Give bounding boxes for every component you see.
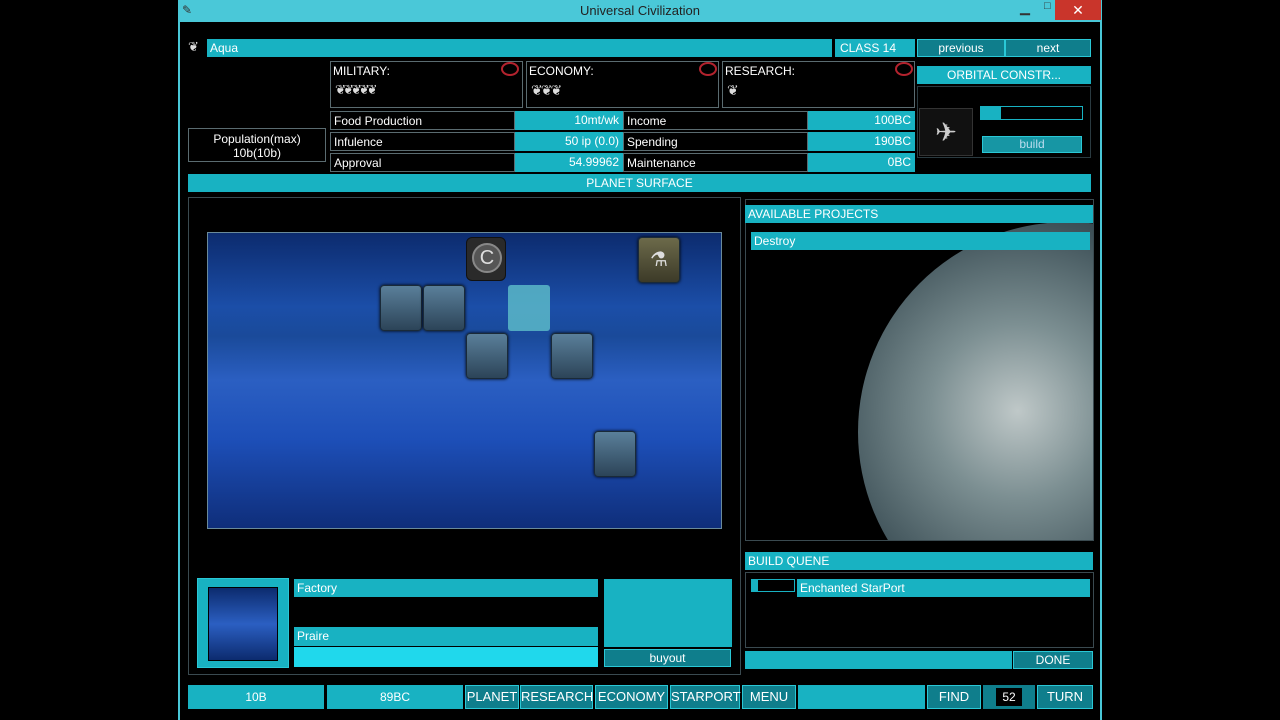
stat-value: 0BC (808, 153, 915, 172)
research-wings-icon: ❦ (727, 82, 739, 98)
starport-ship-icon[interactable]: ✈ (919, 108, 973, 156)
done-button[interactable]: DONE (1013, 651, 1093, 669)
terrain-image (208, 587, 278, 661)
stats-table: Food Production 10mt/wk Income 100BC Inf… (330, 111, 915, 173)
window-title: Universal Civilization (580, 3, 700, 18)
stat-value: 100BC (808, 111, 915, 130)
orbital-title: ORBITAL CONSTR... (917, 66, 1091, 84)
projects-panel (745, 199, 1094, 541)
factory-icon[interactable] (594, 431, 636, 477)
turn-number: 52 (996, 688, 1022, 706)
next-button[interactable]: next (1005, 39, 1091, 57)
stat-label: Spending (623, 132, 808, 151)
military-alert-icon (501, 62, 519, 76)
population-total: 10B (188, 685, 324, 709)
economy-wings-icon: ❦❦❦ (531, 82, 562, 98)
economy-button[interactable]: ECONOMY (595, 685, 668, 709)
laboratory-icon[interactable]: ⚗ (638, 237, 680, 283)
previous-button[interactable]: previous (917, 39, 1005, 57)
close-button[interactable]: ✕ (1055, 0, 1101, 20)
buyout-button[interactable]: buyout (604, 649, 731, 667)
military-wings-icon: ❦❦❦❦❦ (335, 82, 378, 97)
population-box: Population(max) 10b(10b) (188, 128, 326, 162)
stat-label: Food Production (330, 111, 515, 130)
research-alert-icon (895, 62, 913, 76)
stat-label: Income (623, 111, 808, 130)
terrain-name: Praire (294, 627, 598, 646)
bottom-spacer (798, 685, 925, 709)
capital-marker-icon[interactable]: C (466, 237, 506, 281)
orbital-build-button[interactable]: build (982, 136, 1082, 153)
title-bar: ✎ Universal Civilization ▁ □ ✕ (178, 0, 1102, 22)
starport-button[interactable]: STARPORT (670, 685, 741, 709)
queue-progress (751, 579, 795, 592)
economy-rating: ECONOMY: ❦❦❦ (526, 61, 719, 108)
turn-number-box: 52 (983, 685, 1035, 709)
minimize-button[interactable]: ▁ (1020, 0, 1040, 16)
orbital-progress (980, 106, 1083, 120)
stat-label: Approval (330, 153, 515, 172)
available-projects-title: AVAILABLE PROJECTS (745, 205, 1093, 223)
queue-footer-bar (745, 651, 1012, 669)
turn-button[interactable]: TURN (1037, 685, 1093, 709)
stat-label: Infulence (330, 132, 515, 151)
research-button[interactable]: RESEARCH (520, 685, 593, 709)
economy-alert-icon (699, 62, 717, 76)
planet-button[interactable]: PLANET (465, 685, 519, 709)
planet-surface-title: PLANET SURFACE (188, 174, 1091, 192)
orbital-progress-fill (981, 107, 1002, 119)
terrain-preview (197, 578, 289, 668)
buyout-preview (604, 579, 732, 647)
military-label: MILITARY: (333, 64, 390, 78)
military-rating: MILITARY: ❦❦❦❦❦ (330, 61, 523, 108)
factory-icon[interactable] (466, 333, 508, 379)
find-button[interactable]: FIND (927, 685, 981, 709)
research-rating: RESEARCH: ❦ (722, 61, 915, 108)
project-item[interactable]: Destroy (751, 232, 1090, 250)
planet-icon: ❦ (188, 39, 199, 54)
stat-value: 54.99962 (515, 153, 623, 172)
terrain-detail-bar (294, 647, 598, 667)
stat-value: 190BC (808, 132, 915, 151)
economy-label: ECONOMY: (529, 64, 594, 78)
menu-button[interactable]: MENU (742, 685, 796, 709)
factory-icon[interactable] (423, 285, 465, 331)
population-value: 10b(10b) (232, 146, 282, 160)
capital-letter: C (472, 243, 502, 273)
factory-icon[interactable] (551, 333, 593, 379)
build-queue-title: BUILD QUENE (745, 552, 1093, 570)
queue-progress-fill (752, 580, 759, 591)
treasury: 89BC (327, 685, 463, 709)
stat-value: 10mt/wk (515, 111, 623, 130)
research-label: RESEARCH: (725, 64, 796, 78)
stat-label: Maintenance (623, 153, 808, 172)
selected-tile-icon[interactable] (508, 285, 550, 331)
population-label: Population(max) (213, 132, 301, 146)
stat-value: 50 ip (0.0) (515, 132, 623, 151)
surface-map[interactable]: C ⚗ (207, 232, 722, 529)
factory-icon[interactable] (380, 285, 422, 331)
planet-globe (858, 222, 1093, 540)
planet-name-field[interactable]: Aqua (207, 39, 832, 57)
building-name: Factory (294, 579, 598, 597)
planet-class: CLASS 14 (835, 39, 915, 57)
queue-item[interactable]: Enchanted StarPort (797, 579, 1090, 597)
